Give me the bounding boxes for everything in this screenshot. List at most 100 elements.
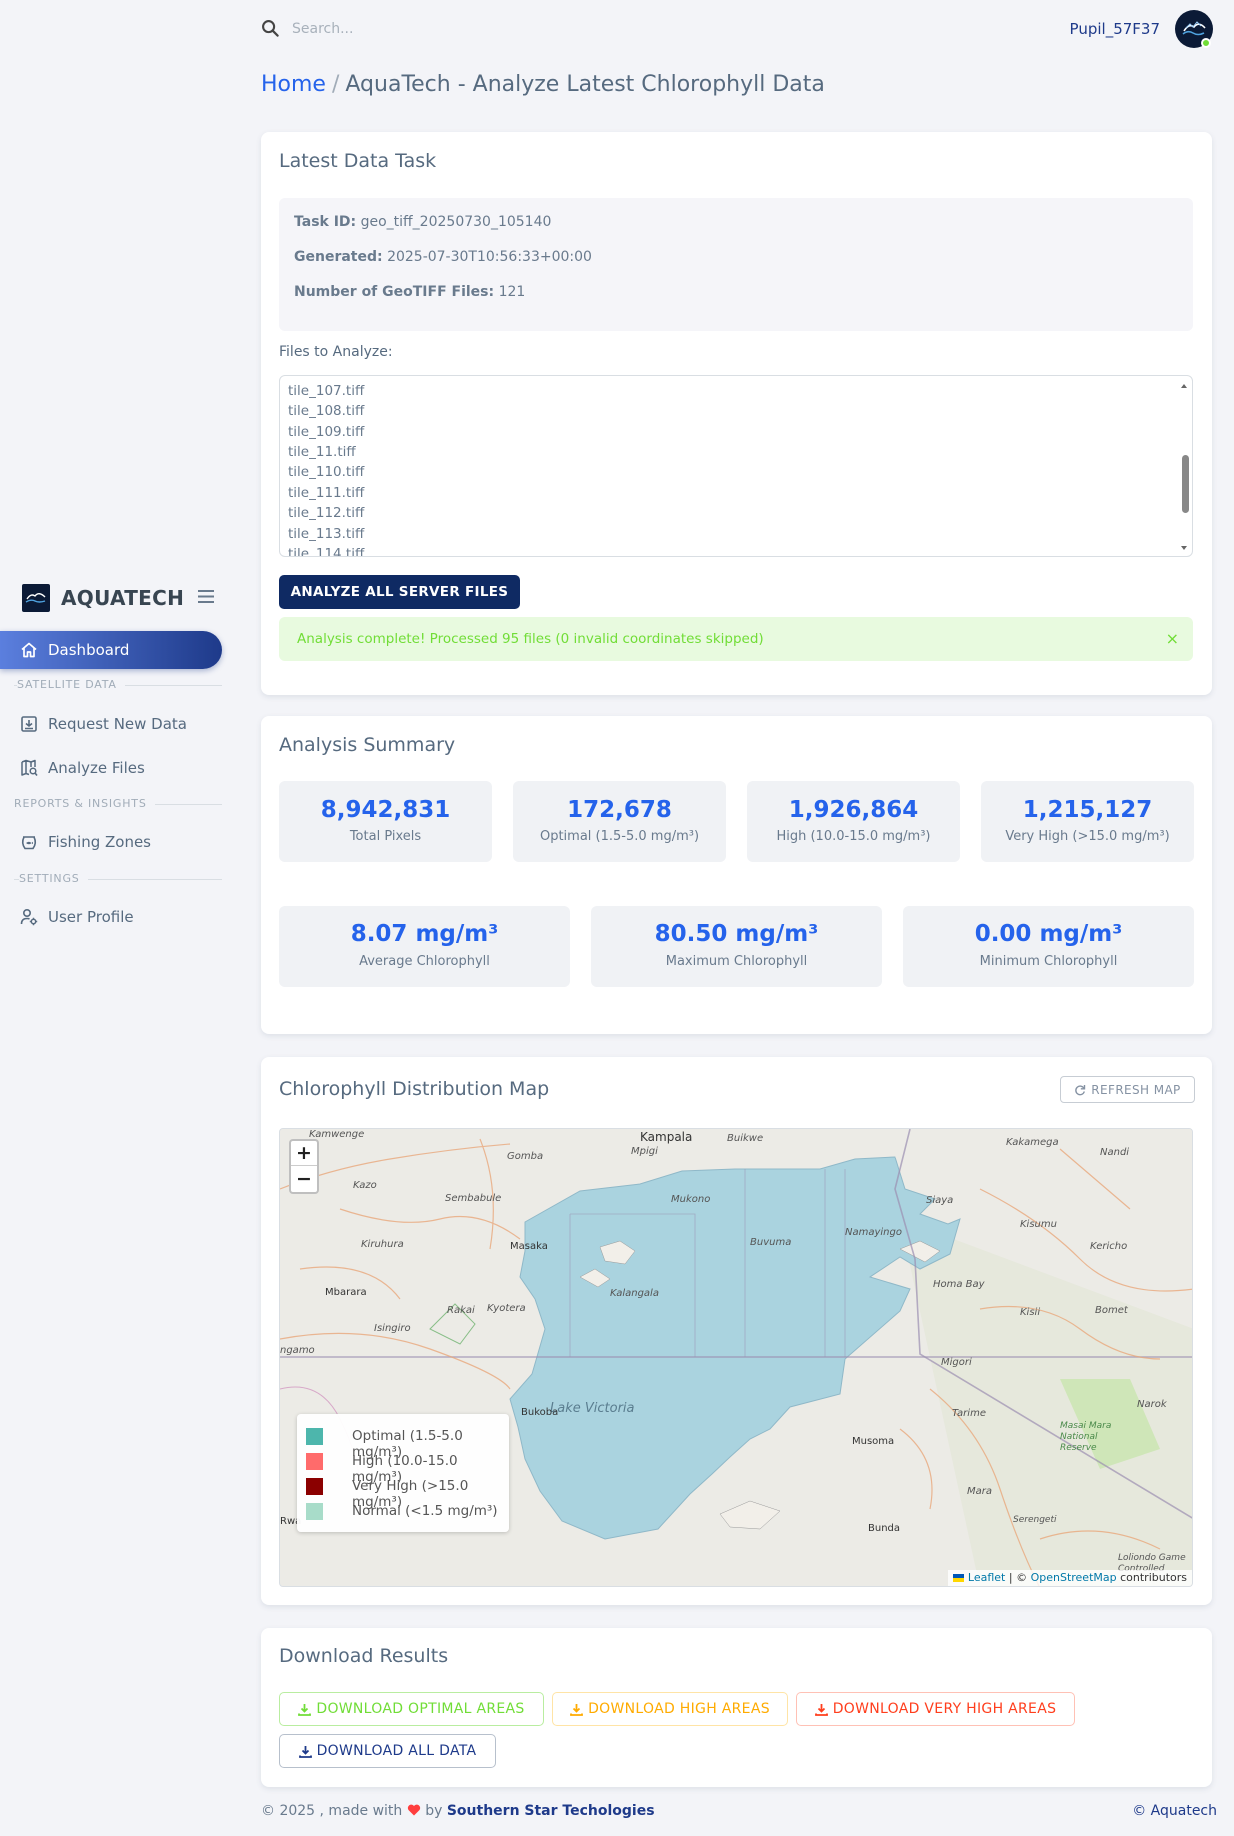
- leaflet-link[interactable]: Leaflet: [968, 1571, 1005, 1584]
- scrollbar-thumb[interactable]: [1182, 455, 1189, 513]
- refresh-map-label: REFRESH MAP: [1091, 1082, 1181, 1097]
- alert-message: Analysis complete! Processed 95 files (0…: [297, 631, 764, 647]
- close-icon[interactable]: ×: [1166, 629, 1179, 648]
- task-generated-row: Generated: 2025-07-30T10:56:33+00:00: [294, 249, 592, 265]
- sidebar-item-dashboard[interactable]: Dashboard: [0, 631, 222, 669]
- download-all-button[interactable]: DOWNLOAD ALL DATA: [279, 1734, 496, 1768]
- files-list[interactable]: ‾ tile_107.tiff tile_108.tiff tile_109.t…: [279, 375, 1193, 557]
- zoom-out-button[interactable]: −: [291, 1167, 317, 1192]
- sidebar-item-label: Request New Data: [48, 715, 187, 733]
- files-label: Files to Analyze:: [279, 344, 393, 360]
- stat-value: 172,678: [567, 797, 672, 823]
- card-title: Chlorophyll Distribution Map: [279, 1078, 550, 1100]
- map-attribution: Leaflet | © OpenStreetMap contributors: [948, 1570, 1192, 1586]
- list-item[interactable]: tile_107.tiff: [288, 383, 364, 399]
- download-high-button[interactable]: DOWNLOAD HIGH AREAS: [552, 1692, 788, 1726]
- breadcrumb-home-link[interactable]: Home: [261, 72, 326, 97]
- sidebar-item-label: Dashboard: [48, 641, 130, 659]
- list-item[interactable]: tile_112.tiff: [288, 505, 364, 521]
- card-title: Download Results: [279, 1645, 449, 1667]
- nav-section-header: SETTINGS: [0, 872, 222, 886]
- company-link[interactable]: Southern Star Techologies: [447, 1803, 655, 1819]
- list-item[interactable]: tile_109.tiff: [288, 424, 364, 440]
- zoom-in-button[interactable]: +: [291, 1141, 317, 1166]
- stat-label: Very High (>15.0 mg/m³): [1005, 829, 1170, 844]
- online-status-dot: [1201, 38, 1211, 48]
- analysis-summary-card: Analysis Summary 8,942,831 Total Pixels …: [261, 716, 1212, 1034]
- sidebar-item-user-profile[interactable]: User Profile: [0, 898, 222, 936]
- stat-label: Total Pixels: [349, 829, 422, 844]
- refresh-map-button[interactable]: REFRESH MAP: [1060, 1076, 1195, 1103]
- sidebar-item-analyze-files[interactable]: Analyze Files: [0, 749, 222, 787]
- stat-value: 1,926,864: [788, 797, 919, 823]
- search-icon: [261, 19, 280, 38]
- brand-logo[interactable]: [22, 584, 50, 612]
- list-item[interactable]: tile_11.tiff: [288, 444, 356, 460]
- user-gear-icon: [20, 908, 38, 926]
- stat-value: 8,942,831: [320, 797, 451, 823]
- stat-high: 1,926,864 High (10.0-15.0 mg/m³): [747, 781, 960, 862]
- stat-label: Optimal (1.5-5.0 mg/m³): [539, 829, 700, 844]
- stat-value: 8.07 mg/m³: [350, 921, 499, 947]
- task-generated-value: 2025-07-30T10:56:33+00:00: [387, 249, 592, 265]
- download-box-icon: [20, 715, 38, 733]
- stat-very-high: 1,215,127 Very High (>15.0 mg/m³): [981, 781, 1194, 862]
- sidebar-item-label: User Profile: [48, 908, 134, 926]
- osm-link[interactable]: OpenStreetMap: [1031, 1571, 1117, 1584]
- task-file-count-row: Number of GeoTIFF Files: 121: [294, 284, 526, 300]
- card-title: Latest Data Task: [279, 150, 437, 172]
- card-title: Analysis Summary: [279, 734, 456, 756]
- stat-maximum-chlorophyll: 80.50 mg/m³ Maximum Chlorophyll: [591, 906, 882, 987]
- list-item[interactable]: tile_114.tiff: [288, 546, 364, 556]
- heart-icon: [407, 1804, 421, 1816]
- nav-section-header: SATELLITE DATA: [0, 678, 222, 692]
- chlorophyll-map[interactable]: Lake Victoria Kampala Kisumu Masaka Buko…: [279, 1128, 1193, 1587]
- footer-copyright: © Aquatech: [1132, 1803, 1217, 1819]
- distribution-map-card: Chlorophyll Distribution Map REFRESH MAP: [261, 1057, 1212, 1605]
- sidebar-item-label: Fishing Zones: [48, 833, 151, 851]
- username: Pupil_57F37: [1069, 20, 1160, 38]
- search-input[interactable]: [292, 18, 692, 40]
- breadcrumb-separator: /: [331, 72, 340, 97]
- list-item[interactable]: tile_110.tiff: [288, 464, 364, 480]
- legend-swatch-high: [306, 1453, 323, 1470]
- analyze-all-button[interactable]: ANALYZE ALL SERVER FILES: [279, 575, 520, 609]
- download-very-high-button[interactable]: DOWNLOAD VERY HIGH AREAS: [796, 1692, 1075, 1726]
- brand-name: AQUATECH: [61, 586, 185, 610]
- breadcrumb: Home / AquaTech - Analyze Latest Chlorophy…: [261, 72, 825, 97]
- sidebar-item-request-new-data[interactable]: Request New Data: [0, 705, 222, 743]
- task-info-panel: Task ID: geo_tiff_20250730_105140 Genera…: [279, 198, 1193, 331]
- stat-label: High (10.0-15.0 mg/m³): [776, 829, 931, 844]
- list-item[interactable]: tile_108.tiff: [288, 403, 364, 419]
- zoom-control: + −: [289, 1139, 319, 1194]
- stat-optimal: 172,678 Optimal (1.5-5.0 mg/m³): [513, 781, 726, 862]
- stat-label: Maximum Chlorophyll: [665, 954, 808, 969]
- task-file-count-value: 121: [498, 284, 526, 300]
- download-icon: [298, 1703, 312, 1716]
- legend-swatch-very-high: [306, 1478, 323, 1495]
- list-item[interactable]: tile_111.tiff: [288, 485, 364, 501]
- download-icon: [814, 1703, 828, 1716]
- download-optimal-button[interactable]: DOWNLOAD OPTIMAL AREAS: [279, 1692, 544, 1726]
- map-legend: Optimal (1.5-5.0 mg/m³) High (10.0-15.0 …: [297, 1414, 509, 1532]
- download-icon: [298, 1745, 312, 1758]
- footer-credit: © 2025 , made with by Southern Star Tech…: [261, 1803, 655, 1819]
- refresh-icon: [1074, 1084, 1086, 1096]
- stat-average-chlorophyll: 8.07 mg/m³ Average Chlorophyll: [279, 906, 570, 987]
- legend-swatch-normal: [306, 1503, 323, 1520]
- stat-value: 80.50 mg/m³: [654, 921, 819, 947]
- list-item[interactable]: tile_113.tiff: [288, 526, 364, 542]
- download-results-card: Download Results DOWNLOAD OPTIMAL AREAS …: [261, 1628, 1212, 1787]
- nav-section-header: REPORTS & INSIGHTS: [0, 797, 222, 811]
- sidebar-item-fishing-zones[interactable]: Fishing Zones: [0, 823, 222, 861]
- stat-label: Average Chlorophyll: [359, 954, 490, 969]
- menu-toggle-icon[interactable]: [198, 590, 214, 603]
- stat-minimum-chlorophyll: 0.00 mg/m³ Minimum Chlorophyll: [903, 906, 1194, 987]
- ukraine-flag-icon: [953, 1574, 965, 1582]
- stat-label: Minimum Chlorophyll: [979, 954, 1118, 969]
- download-icon: [570, 1703, 583, 1716]
- success-alert: Analysis complete! Processed 95 files (0…: [279, 617, 1193, 661]
- legend-swatch-optimal: [306, 1428, 323, 1445]
- stat-value: 1,215,127: [1022, 797, 1153, 823]
- legend-label: Normal (<1.5 mg/m³): [352, 1503, 498, 1519]
